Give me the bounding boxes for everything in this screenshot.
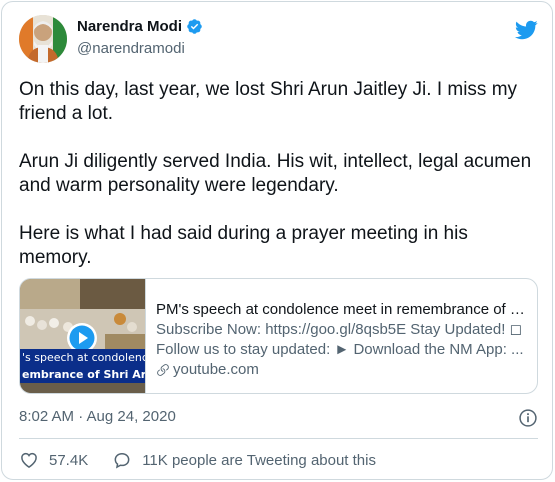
twitter-bird-icon[interactable] (514, 18, 538, 42)
like-button[interactable]: 57.4K (19, 450, 88, 470)
info-icon[interactable] (518, 408, 538, 428)
divider (19, 438, 538, 439)
tweet-paragraph: On this day, last year, we lost Shri Aru… (19, 79, 518, 124)
tweet-paragraph: Here is what I had said during a prayer … (19, 223, 468, 268)
conversation-button[interactable]: 11K people are Tweeting about this (112, 450, 376, 470)
author-handle[interactable]: @narendramodi (77, 40, 185, 57)
reply-icon (114, 452, 130, 469)
card-domain[interactable]: youtube.com (156, 360, 527, 380)
avatar-image (19, 15, 67, 63)
card-description-line: Subscribe Now: https://goo.gl/8qsb5E Sta… (156, 321, 522, 338)
like-count[interactable]: 57.4K (49, 452, 88, 469)
verified-badge-icon (187, 19, 202, 34)
card-title[interactable]: PM's speech at condolence meet in rememb… (156, 300, 526, 320)
card-domain-text[interactable]: youtube.com (173, 360, 259, 380)
tweet-card[interactable]: Narendra Modi @narendramodi On this day,… (1, 1, 553, 480)
card-description-line: Follow us to stay updated: ► Download th… (156, 341, 524, 358)
video-thumbnail[interactable]: 's speech at condolence me embrance of S… (20, 279, 146, 393)
conversation-text[interactable]: 11K people are Tweeting about this (142, 452, 376, 469)
link-icon (157, 364, 169, 376)
thumbnail-caption-line1: 's speech at condolence me (20, 349, 145, 366)
link-preview-card[interactable]: 's speech at condolence me embrance of S… (19, 278, 538, 394)
tweet-text: On this day, last year, we lost Shri Aru… (19, 78, 539, 294)
author-name-row[interactable]: Narendra Modi (77, 18, 203, 35)
heart-icon (21, 452, 37, 468)
tweet-paragraph: Arun Ji diligently served India. His wit… (19, 151, 532, 196)
avatar[interactable] (19, 15, 67, 63)
card-description: Subscribe Now: https://goo.gl/8qsb5E Sta… (156, 320, 526, 360)
card-body[interactable]: PM's speech at condolence meet in rememb… (146, 279, 537, 393)
thumbnail-caption-line2: embrance of Shri Arun J (20, 366, 146, 383)
action-bar: 57.4K 11K people are Tweeting about this (19, 450, 400, 470)
tweet-timestamp[interactable]: 8:02 AM · Aug 24, 2020 (19, 408, 176, 425)
author-display-name[interactable]: Narendra Modi (77, 18, 182, 35)
